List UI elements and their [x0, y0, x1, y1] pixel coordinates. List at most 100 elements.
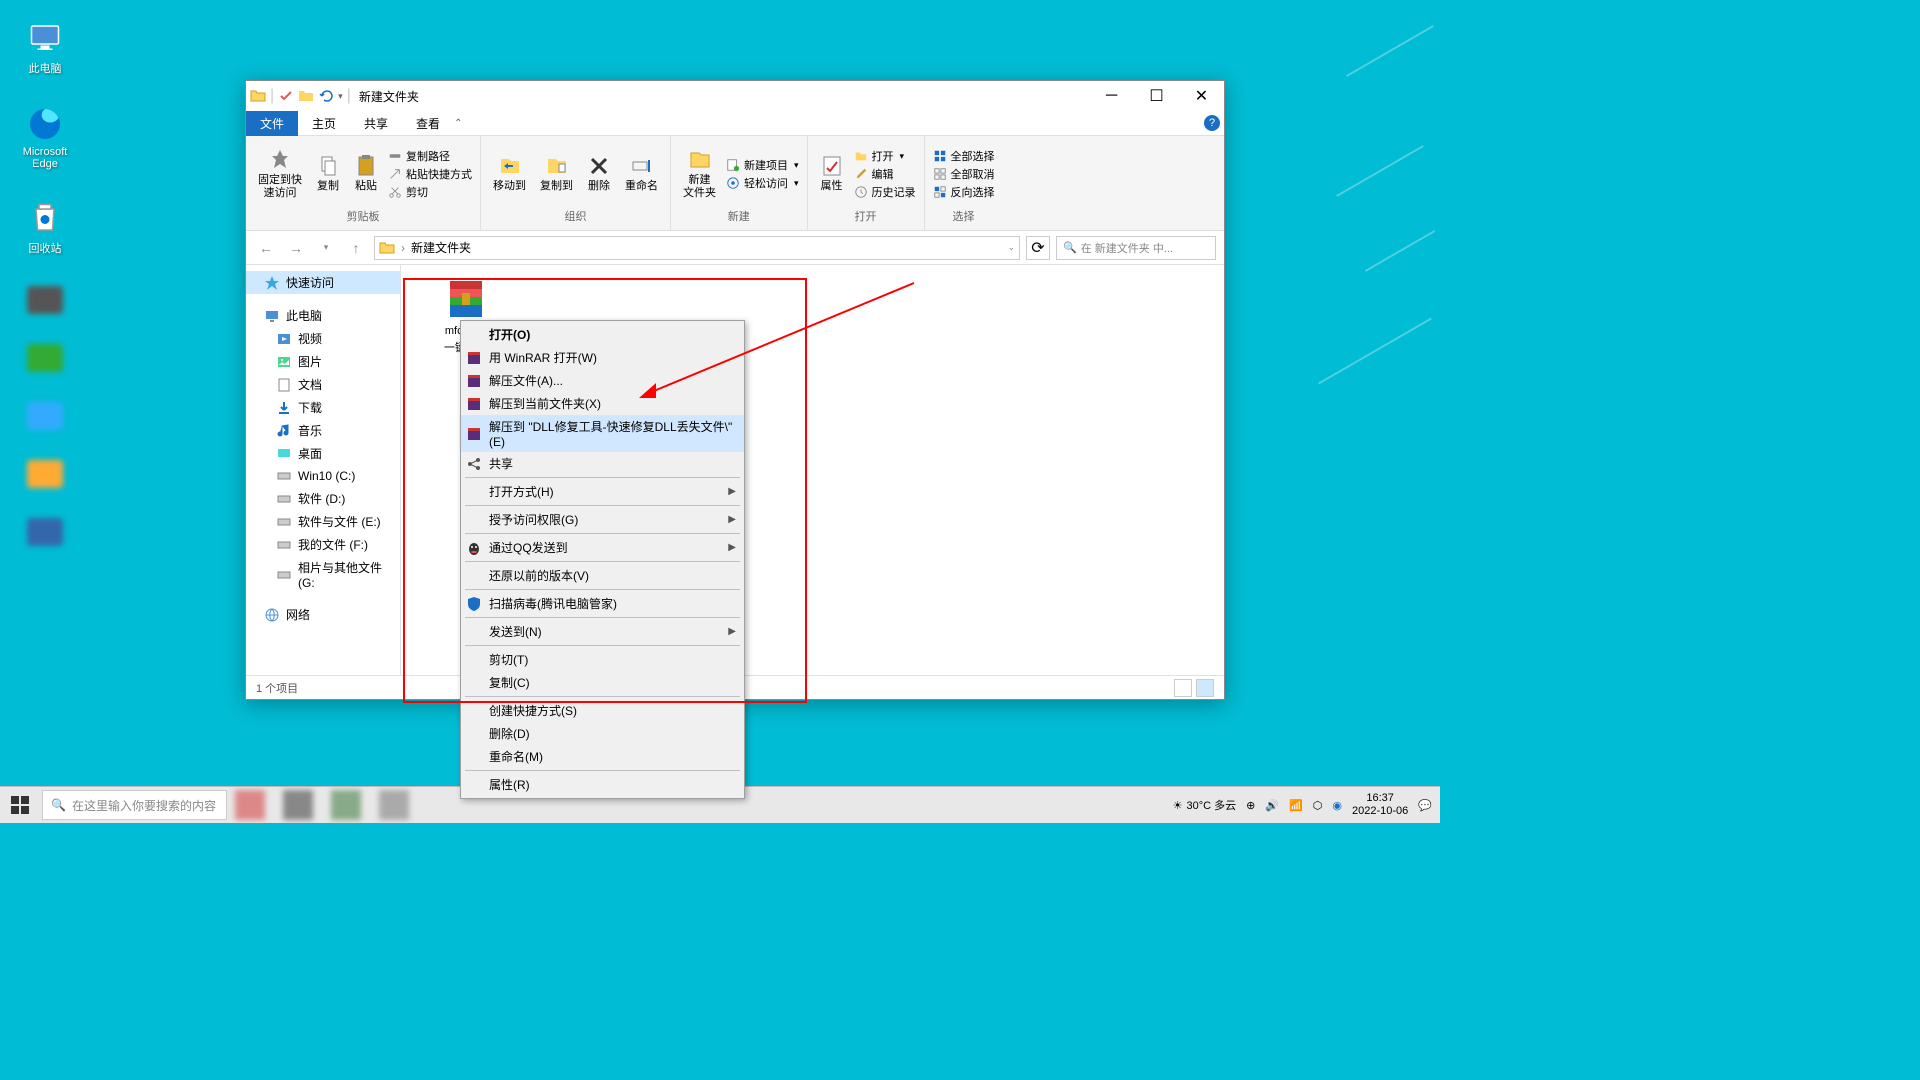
move-to-button[interactable]: 移动到 — [489, 152, 530, 195]
help-button[interactable]: ? — [1204, 115, 1220, 131]
drive-icon — [276, 491, 292, 507]
taskbar-item-blur[interactable] — [373, 787, 415, 824]
sidebar-item-pictures[interactable]: 图片 — [246, 350, 400, 373]
folder-small-icon[interactable] — [298, 88, 314, 104]
rar-icon — [466, 350, 482, 366]
cm-extract-files[interactable]: 解压文件(A)... — [461, 369, 744, 392]
cm-properties[interactable]: 属性(R) — [461, 773, 744, 796]
cm-rename[interactable]: 重命名(M) — [461, 745, 744, 768]
undo-icon[interactable] — [318, 88, 334, 104]
copy-to-button[interactable]: 复制到 — [536, 152, 577, 195]
taskbar-item-blur[interactable] — [277, 787, 319, 824]
cm-open-with[interactable]: 打开方式(H)▶ — [461, 480, 744, 503]
sidebar-item-music[interactable]: 音乐 — [246, 419, 400, 442]
forward-button[interactable]: → — [284, 236, 308, 260]
cm-grant-access[interactable]: 授予访问权限(G)▶ — [461, 508, 744, 531]
properties-button[interactable]: 属性 — [816, 152, 848, 195]
cm-restore-version[interactable]: 还原以前的版本(V) — [461, 564, 744, 587]
start-button[interactable] — [0, 787, 40, 824]
rename-button[interactable]: 重命名 — [621, 152, 662, 195]
check-icon[interactable] — [278, 88, 294, 104]
cut-button[interactable]: 剪切 — [388, 184, 472, 200]
sidebar-drive-g[interactable]: 相片与其他文件 (G: — [246, 556, 400, 593]
network-icon — [264, 607, 280, 623]
cm-extract-here[interactable]: 解压到当前文件夹(X) — [461, 392, 744, 415]
sidebar-item-downloads[interactable]: 下载 — [246, 396, 400, 419]
edit-button[interactable]: 编辑 — [854, 166, 916, 182]
cm-open[interactable]: 打开(O) — [461, 323, 744, 346]
tab-file[interactable]: 文件 — [246, 111, 298, 136]
tray-icon[interactable]: ⊕ — [1246, 799, 1255, 812]
cm-qq-send[interactable]: 通过QQ发送到▶ — [461, 536, 744, 559]
sidebar-item-documents[interactable]: 文档 — [246, 373, 400, 396]
refresh-button[interactable]: ⟳ — [1026, 236, 1050, 260]
open-button[interactable]: 打开▾ — [854, 148, 916, 164]
cm-winrar-open[interactable]: 用 WinRAR 打开(W) — [461, 346, 744, 369]
sidebar-drive-e[interactable]: 软件与文件 (E:) — [246, 510, 400, 533]
tray-icon[interactable]: ◉ — [1332, 799, 1342, 812]
weather-widget[interactable]: ☀ 30°C 多云 — [1173, 797, 1237, 813]
maximize-button[interactable]: ☐ — [1134, 81, 1179, 111]
close-button[interactable]: ✕ — [1179, 81, 1224, 111]
cm-delete[interactable]: 删除(D) — [461, 722, 744, 745]
cm-extract-to-folder[interactable]: 解压到 "DLL修复工具-快速修复DLL丢失文件\"(E) — [461, 415, 744, 452]
history-button[interactable]: 历史记录 — [854, 184, 916, 200]
select-all-button[interactable]: 全部选择 — [933, 148, 995, 164]
desktop-icon-blur[interactable] — [15, 344, 75, 372]
delete-button[interactable]: 删除 — [583, 152, 615, 195]
minimize-button[interactable]: ─ — [1089, 81, 1134, 111]
desktop-icon-this-pc[interactable]: 此电脑 — [15, 20, 75, 76]
select-invert-button[interactable]: 反向选择 — [933, 184, 995, 200]
sidebar-drive-c[interactable]: Win10 (C:) — [246, 465, 400, 487]
sidebar-item-video[interactable]: 视频 — [246, 327, 400, 350]
pin-button[interactable]: 固定到快 速访问 — [254, 146, 306, 202]
tab-view[interactable]: 查看 — [402, 111, 454, 136]
desktop-icon-edge[interactable]: Microsoft Edge — [15, 106, 75, 170]
new-item-button[interactable]: 新建项目▾ — [726, 157, 799, 173]
view-details-button[interactable] — [1174, 679, 1192, 697]
select-none-button[interactable]: 全部取消 — [933, 166, 995, 182]
cm-copy[interactable]: 复制(C) — [461, 671, 744, 694]
sidebar-drive-f[interactable]: 我的文件 (F:) — [246, 533, 400, 556]
sidebar-drive-d[interactable]: 软件 (D:) — [246, 487, 400, 510]
cm-create-shortcut[interactable]: 创建快捷方式(S) — [461, 699, 744, 722]
desktop-icon-recycle[interactable]: 回收站 — [15, 200, 75, 256]
paste-shortcut-button[interactable]: 粘贴快捷方式 — [388, 166, 472, 182]
new-folder-button[interactable]: 新建 文件夹 — [679, 146, 720, 202]
search-box[interactable]: 🔍 在 新建文件夹 中... — [1056, 236, 1216, 260]
notifications-icon[interactable]: 💬 — [1418, 799, 1432, 812]
desktop-icon-blur[interactable] — [15, 460, 75, 488]
wifi-icon[interactable]: 📶 — [1289, 799, 1303, 812]
volume-icon[interactable]: 🔊 — [1265, 799, 1279, 812]
tab-home[interactable]: 主页 — [298, 111, 350, 136]
cm-send-to[interactable]: 发送到(N)▶ — [461, 620, 744, 643]
copy-path-button[interactable]: 复制路径 — [388, 148, 472, 164]
sidebar-network[interactable]: 网络 — [246, 603, 400, 626]
breadcrumb[interactable]: 新建文件夹 — [411, 239, 471, 256]
desktop-icon-blur[interactable] — [15, 402, 75, 430]
easy-access-button[interactable]: 轻松访问▾ — [726, 175, 799, 191]
desktop-icon-blur[interactable] — [15, 518, 75, 546]
back-button[interactable]: ← — [254, 236, 278, 260]
sidebar-item-desktop[interactable]: 桌面 — [246, 442, 400, 465]
up-button[interactable]: ↑ — [344, 236, 368, 260]
address-bar[interactable]: › 新建文件夹 ⌄ — [374, 236, 1020, 260]
ribbon-collapse-icon[interactable]: ⌃ — [454, 118, 462, 129]
sidebar-this-pc[interactable]: 此电脑 — [246, 304, 400, 327]
taskbar-item-blur[interactable] — [229, 787, 271, 824]
cm-scan-virus[interactable]: 扫描病毒(腾讯电脑管家) — [461, 592, 744, 615]
recent-dropdown[interactable]: ▾ — [314, 236, 338, 260]
paste-button[interactable]: 粘贴 — [350, 152, 382, 195]
view-icons-button[interactable] — [1196, 679, 1214, 697]
tray-icon[interactable]: ⬡ — [1313, 799, 1323, 812]
cm-share[interactable]: 共享 — [461, 452, 744, 475]
taskbar-search[interactable]: 🔍 在这里输入你要搜索的内容 — [42, 790, 227, 820]
copy-button[interactable]: 复制 — [312, 152, 344, 195]
cm-cut[interactable]: 剪切(T) — [461, 648, 744, 671]
desktop-icon-blur[interactable] — [15, 286, 75, 314]
tab-share[interactable]: 共享 — [350, 111, 402, 136]
titlebar[interactable]: | ▾ | 新建文件夹 ─ ☐ ✕ — [246, 81, 1224, 111]
clock[interactable]: 16:37 2022-10-06 — [1352, 792, 1408, 818]
sidebar-quick-access[interactable]: 快速访问 — [246, 271, 400, 294]
taskbar-item-blur[interactable] — [325, 787, 367, 824]
